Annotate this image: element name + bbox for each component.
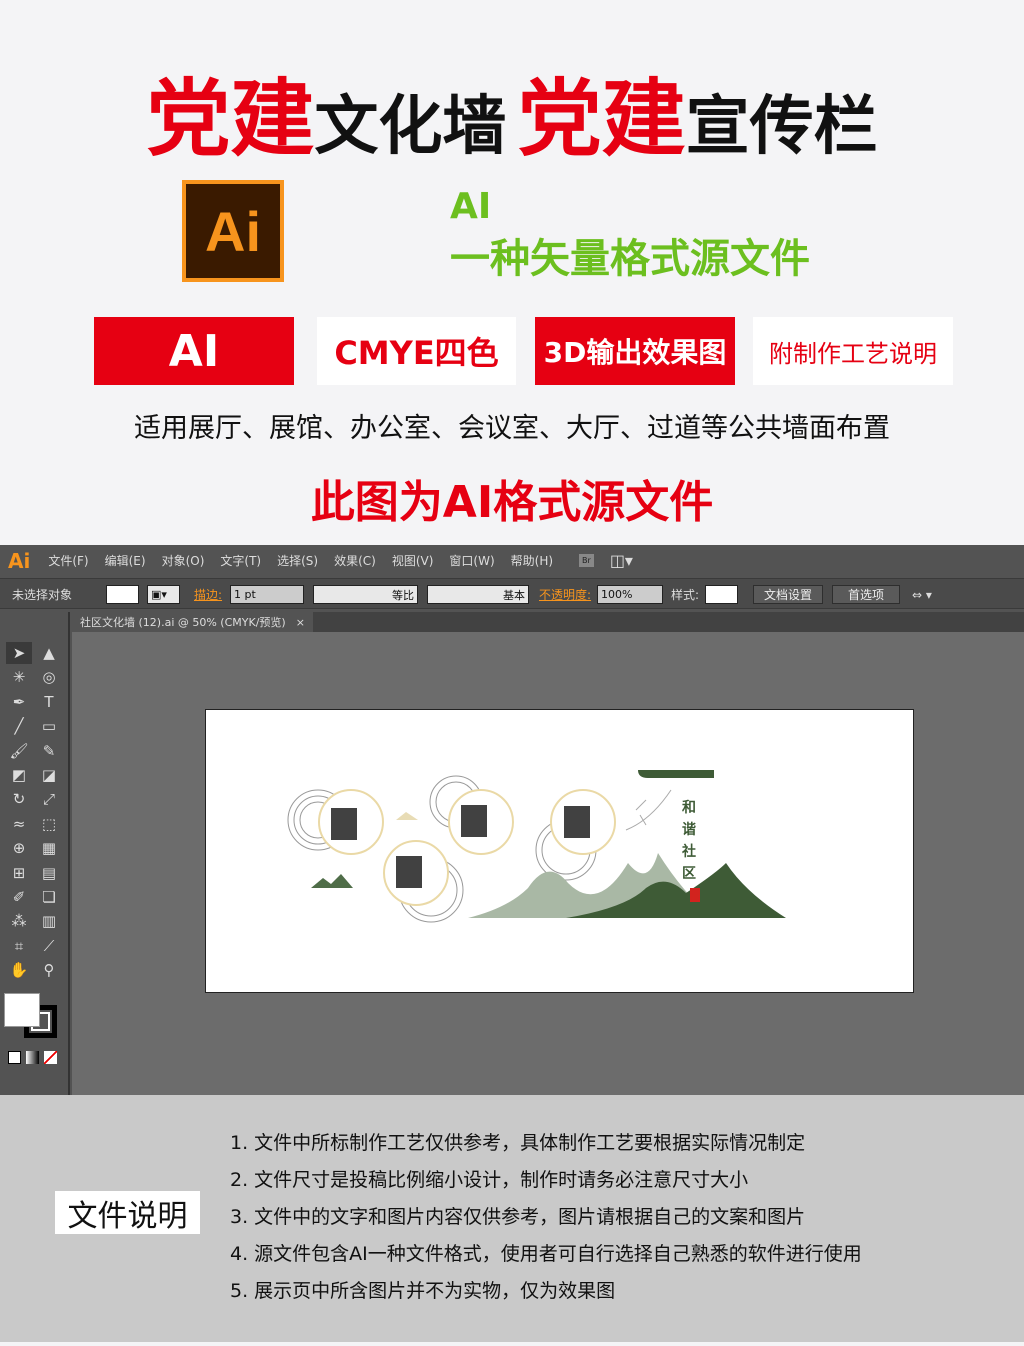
app-logo: Ai (8, 548, 31, 573)
close-tab-icon[interactable]: × (296, 616, 305, 629)
format-line1: AI (450, 186, 492, 227)
menu-edit[interactable]: 编辑(E) (105, 552, 146, 569)
lasso-tool[interactable]: ◎ (36, 666, 62, 688)
menu-object[interactable]: 对象(O) (162, 552, 205, 569)
slice-tool[interactable]: ⟋ (36, 935, 62, 957)
hand-tool[interactable]: ✋ (6, 959, 32, 981)
zoom-tool[interactable]: ⚲ (36, 959, 62, 981)
badge-cmyk: CMYE四色 (317, 317, 516, 385)
badge-3d: 3D输出效果图 (535, 317, 735, 385)
type-tool[interactable]: T (36, 691, 62, 713)
style-swatch[interactable] (705, 585, 738, 604)
artboard-tool[interactable]: ⌗ (6, 935, 32, 957)
column-graph-tool[interactable]: ▥ (36, 910, 62, 932)
gradient-button[interactable] (26, 1051, 39, 1064)
warp-tool[interactable]: ≈ (6, 813, 32, 835)
fill-color[interactable] (4, 993, 40, 1027)
blob-brush-tool[interactable]: ◩ (6, 764, 32, 786)
title-black-2: 宣传栏 (685, 90, 878, 164)
artwork-title-char: 区 (682, 866, 696, 882)
color-button[interactable] (8, 1051, 21, 1064)
eyedropper-tool[interactable]: ✐ (6, 886, 32, 908)
canvas[interactable]: 和谐社区 (72, 632, 1024, 1095)
menu-bar: Ai 文件(F) 编辑(E) 对象(O) 文字(T) 选择(S) 效果(C) 视… (0, 545, 1024, 576)
note-item: 3. 文件中的文字和图片内容仅供参考，图片请根据自己的文案和图片 (230, 1206, 806, 1228)
title-red-1: 党建 (146, 70, 315, 168)
menu-effect[interactable]: 效果(C) (334, 552, 376, 569)
control-bar: 未选择对象 ▣▾ 描边: 1 pt 等比 基本 不透明度: 100% 样式: 文… (0, 578, 1024, 609)
selection-tool[interactable]: ➤ (6, 642, 32, 664)
note-item: 5. 展示页中所含图片并不为实物，仅为效果图 (230, 1280, 616, 1302)
artwork-title-char: 谐 (682, 821, 696, 838)
bridge-button[interactable]: Br (579, 554, 594, 567)
ai-logo: Ai (182, 180, 284, 282)
artwork-title-char: 和 (682, 800, 696, 816)
rotate-tool[interactable]: ↻ (6, 788, 32, 810)
scale-tool[interactable]: ⤢ (36, 788, 62, 810)
magic-wand-tool[interactable]: ✳ (6, 666, 32, 688)
brush-definition[interactable]: 基本 (427, 585, 529, 604)
notice-text: 此图为AI格式源文件 (310, 477, 714, 528)
symbol-sprayer-tool[interactable]: ⁂ (6, 910, 32, 932)
color-mode-buttons (8, 1051, 64, 1067)
note-item: 2. 文件尺寸是投稿比例缩小设计，制作时请务必注意尺寸大小 (230, 1169, 749, 1191)
opacity-label[interactable]: 不透明度: (539, 585, 591, 604)
pen-tool[interactable]: ✒ (6, 691, 32, 713)
illustrator-window: Ai 文件(F) 编辑(E) 对象(O) 文字(T) 选择(S) 效果(C) 视… (0, 545, 1024, 1095)
badge-ai: AI (94, 317, 294, 385)
title-black-1: 文化墙 (314, 90, 507, 164)
paintbrush-tool[interactable]: 🖌 (6, 740, 32, 762)
menu-help[interactable]: 帮助(H) (511, 552, 553, 569)
arrange-documents-icon[interactable]: ◫▾ (610, 551, 633, 570)
stroke-label[interactable]: 描边: (194, 585, 222, 604)
badge-craft: 附制作工艺说明 (753, 317, 953, 385)
blend-tool[interactable]: ❏ (36, 886, 62, 908)
culture-wall-artwork: 和谐社区 (287, 770, 786, 923)
shape-builder-tool[interactable]: ⊕ (6, 837, 32, 859)
stroke-swatch[interactable]: ▣▾ (147, 585, 180, 604)
menu-view[interactable]: 视图(V) (392, 552, 434, 569)
rectangle-tool[interactable]: ▭ (36, 715, 62, 737)
variable-width-profile[interactable]: 等比 (313, 585, 418, 604)
selection-status: 未选择对象 (12, 588, 73, 602)
free-transform-tool[interactable]: ⬚ (36, 813, 62, 835)
menu-select[interactable]: 选择(S) (277, 552, 318, 569)
artboard[interactable]: 和谐社区 (205, 709, 914, 993)
artwork-title-char: 社 (681, 843, 696, 860)
usage-text: 适用展厅、展馆、办公室、会议室、大厅、过道等公共墙面布置 (134, 413, 890, 444)
document-tab-bar: 社区文化墙 (12).ai @ 50% (CMYK/预览) × (72, 612, 1024, 632)
eraser-tool[interactable]: ◪ (36, 764, 62, 786)
document-tab[interactable]: 社区文化墙 (12).ai @ 50% (CMYK/预览) × (72, 612, 313, 632)
panel-menu-icon[interactable]: ⇔ ▾ (912, 585, 932, 604)
artwork-title: 和谐社区 (681, 800, 696, 882)
format-line2: 一种矢量格式源文件 (450, 236, 810, 282)
document-tab-title: 社区文化墙 (12).ai @ 50% (CMYK/预览) (80, 616, 286, 629)
note-item: 1. 文件中所标制作工艺仅供参考，具体制作工艺要根据实际情况制定 (230, 1132, 806, 1154)
direct-selection-tool[interactable]: ▲ (36, 642, 62, 664)
menu-file[interactable]: 文件(F) (48, 552, 88, 569)
note-item: 4. 源文件包含AI一种文件格式，使用者可自行选择自己熟悉的软件进行使用 (230, 1243, 862, 1265)
stroke-weight-input[interactable]: 1 pt (230, 585, 304, 604)
preferences-button[interactable]: 首选项 (832, 585, 900, 604)
menu-type[interactable]: 文字(T) (220, 552, 261, 569)
pencil-tool[interactable]: ✎ (36, 740, 62, 762)
page-title: 党建文化墙 党建宣传栏 (0, 52, 1024, 173)
document-setup-button[interactable]: 文档设置 (753, 585, 823, 604)
style-label: 样式: (671, 588, 700, 602)
perspective-grid-tool[interactable]: ▦ (36, 837, 62, 859)
gradient-tool[interactable]: ▤ (36, 862, 62, 884)
file-notes-label: 文件说明 (55, 1191, 200, 1234)
title-red-2: 党建 (517, 70, 686, 168)
mesh-tool[interactable]: ⊞ (6, 862, 32, 884)
file-notes-section: 文件说明 1. 文件中所标制作工艺仅供参考，具体制作工艺要根据实际情况制定 2.… (0, 1095, 1024, 1342)
tools-panel: ➤ ▲ ✳ ◎ ✒ T ╱ ▭ 🖌 ✎ ◩ ◪ ↻ ⤢ ≈ ⬚ ⊕ ▦ ⊞ ▤ ✐ ❏ ⁂ ▥ ⌗ ⟋ ✋ ⚲ (0, 612, 70, 1095)
none-button[interactable] (44, 1051, 57, 1064)
menu-window[interactable]: 窗口(W) (449, 552, 494, 569)
ai-logo-text: Ai (186, 184, 280, 278)
fill-swatch[interactable] (106, 585, 139, 604)
line-tool[interactable]: ╱ (6, 715, 32, 737)
opacity-input[interactable]: 100% (597, 585, 663, 604)
